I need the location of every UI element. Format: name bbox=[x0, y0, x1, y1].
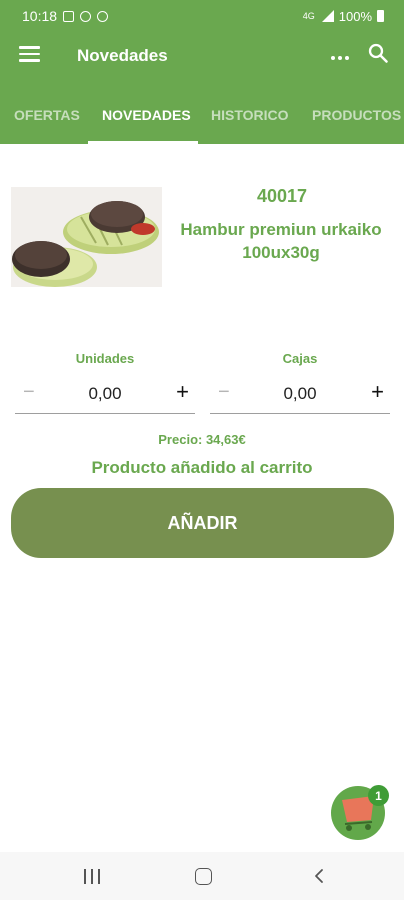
recent-apps-icon[interactable] bbox=[84, 869, 100, 884]
add-button[interactable]: AÑADIR bbox=[11, 488, 394, 558]
price-text: Precio: 34,63€ bbox=[158, 432, 246, 447]
signal-icon bbox=[320, 10, 334, 22]
product-image bbox=[11, 187, 162, 287]
search-icon[interactable] bbox=[368, 43, 388, 63]
tab-ofertas[interactable]: OFERTAS bbox=[14, 107, 80, 123]
status-time: 10:18 bbox=[22, 8, 58, 24]
units-increment-button[interactable]: + bbox=[176, 379, 189, 405]
added-to-cart-message: Producto añadido al carrito bbox=[91, 458, 313, 477]
boxes-label: Cajas bbox=[282, 351, 318, 366]
menu-icon[interactable] bbox=[19, 46, 40, 62]
active-tab-indicator bbox=[88, 141, 198, 144]
status-left: 10:18 bbox=[22, 8, 109, 24]
tab-bar: OFERTAS NOVEDADES HISTORICO PRODUCTOS bbox=[0, 82, 404, 144]
boxes-decrement-button[interactable]: − bbox=[218, 381, 230, 404]
system-nav-bar bbox=[0, 852, 404, 900]
gallery-notification-icon bbox=[63, 10, 75, 22]
units-input[interactable]: 0,00 bbox=[55, 384, 155, 404]
units-stepper: − 0,00 + bbox=[15, 377, 195, 414]
units-decrement-button[interactable]: − bbox=[23, 381, 35, 404]
boxes-increment-button[interactable]: + bbox=[371, 379, 384, 405]
battery-percent: 100% bbox=[338, 8, 372, 24]
cart-count-badge: 1 bbox=[368, 785, 389, 806]
boxes-stepper: − 0,00 + bbox=[210, 377, 390, 414]
back-icon[interactable] bbox=[311, 868, 327, 884]
network-type: 4G bbox=[302, 11, 315, 21]
product-name: Hambur premiun urkaiko 100ux30g bbox=[180, 220, 382, 262]
tab-productos[interactable]: PRODUCTOS bbox=[312, 107, 401, 123]
status-right: 4G 100% bbox=[303, 9, 384, 24]
sync-notification-icon bbox=[80, 10, 92, 22]
product-code: 40017 bbox=[256, 186, 308, 206]
battery-icon bbox=[377, 10, 384, 22]
tab-historico[interactable]: HISTORICO bbox=[211, 107, 289, 123]
boxes-input[interactable]: 0,00 bbox=[250, 384, 350, 404]
status-bar: 10:18 4G 100% bbox=[0, 0, 404, 32]
settings-notification-icon bbox=[97, 10, 109, 22]
tab-novedades[interactable]: NOVEDADES bbox=[102, 107, 191, 123]
page-title: Novedades bbox=[77, 46, 168, 65]
units-label: Unidades bbox=[75, 351, 135, 366]
home-icon[interactable] bbox=[195, 868, 212, 885]
app-bar: Novedades bbox=[0, 32, 404, 82]
more-options-icon[interactable] bbox=[331, 56, 353, 64]
